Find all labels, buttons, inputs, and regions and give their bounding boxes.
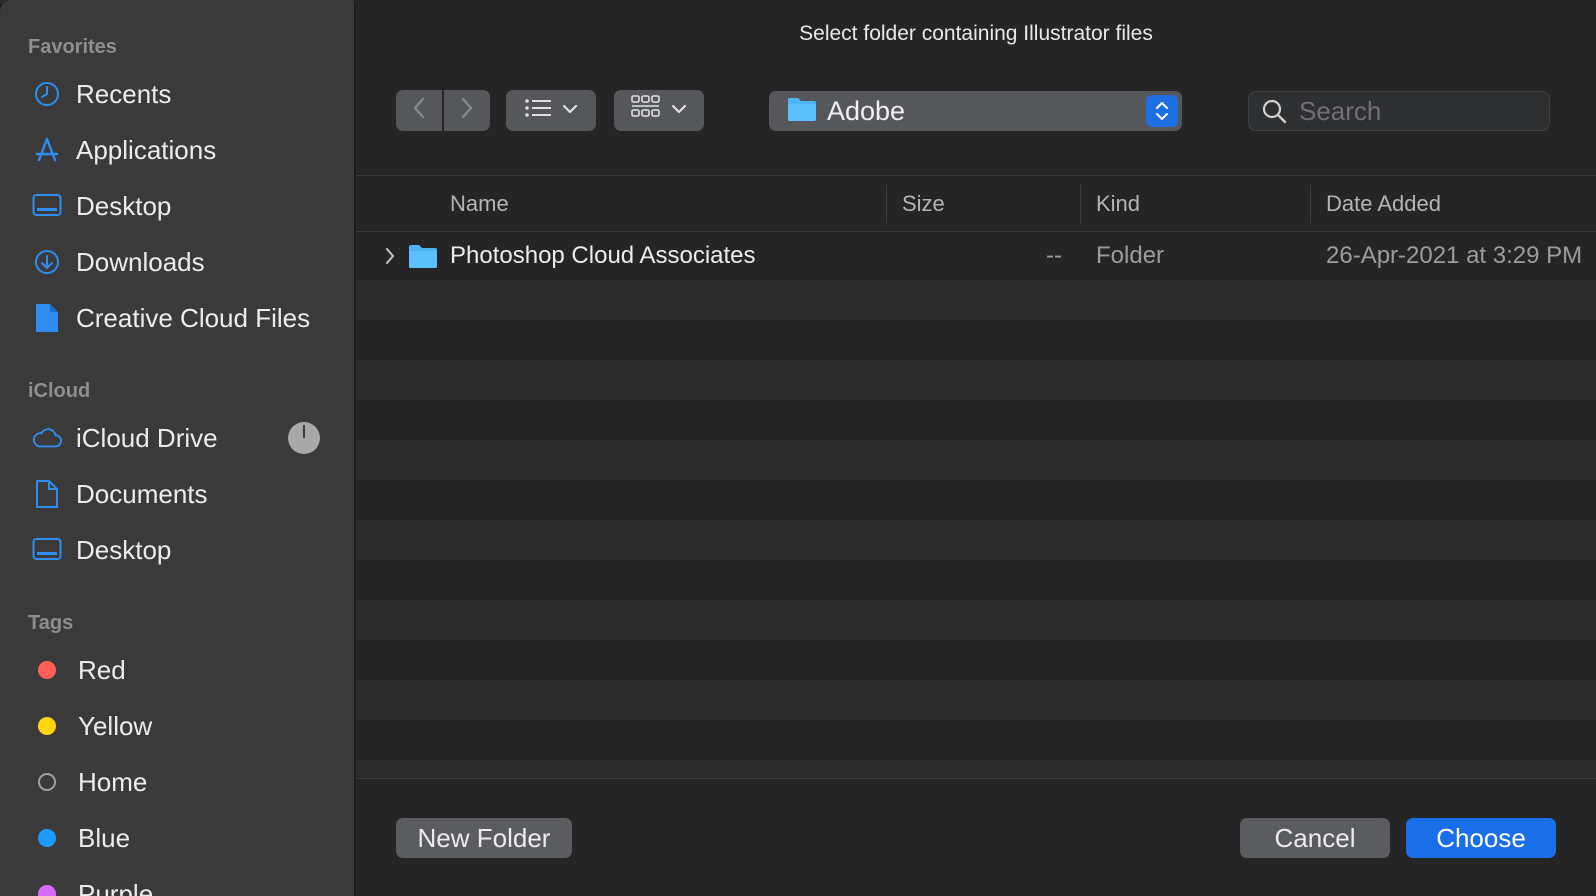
column-divider[interactable] — [1080, 185, 1081, 223]
table-header: Name Size Kind Date Added — [356, 176, 1596, 232]
list-icon — [524, 97, 552, 124]
search-icon — [1261, 98, 1287, 124]
grid-icon — [631, 95, 661, 126]
sidebar-tag-yellow[interactable]: Yellow — [32, 706, 338, 746]
empty-row — [356, 280, 1596, 320]
sidebar-item-desktop[interactable]: Desktop — [32, 186, 338, 226]
yellow-tag-icon — [38, 717, 56, 735]
table-row[interactable]: Photoshop Cloud Associates -- Folder 26-… — [356, 232, 1596, 280]
sidebar-item-applications[interactable]: Applications — [32, 130, 338, 170]
empty-row — [356, 520, 1596, 560]
dialog-title: Select folder containing Illustrator fil… — [799, 22, 1153, 45]
red-tag-icon — [38, 661, 56, 679]
sidebar-item-documents[interactable]: Documents — [32, 474, 338, 514]
choose-button[interactable]: Choose — [1406, 818, 1556, 858]
search-input[interactable] — [1299, 95, 1529, 127]
sidebar-item-label: Creative Cloud Files — [76, 302, 311, 333]
chevron-down-icon — [562, 102, 578, 120]
sidebar-item-creative-cloud-files[interactable]: Creative Cloud Files — [32, 298, 338, 338]
icloud-section-title: iCloud — [28, 380, 91, 402]
location-label: Adobe — [827, 95, 906, 126]
row-size: -- — [1046, 242, 1062, 269]
sidebar-item-downloads[interactable]: Downloads — [32, 242, 338, 282]
grid-view-group — [614, 90, 704, 131]
sidebar: Favorites Recents Applications Desktop D… — [0, 0, 355, 896]
list-view-button[interactable] — [506, 90, 596, 131]
cancel-button[interactable]: Cancel — [1240, 818, 1390, 858]
empty-row — [356, 480, 1596, 520]
forward-button[interactable] — [444, 90, 490, 131]
chevron-right-icon — [460, 96, 474, 125]
empty-row — [356, 680, 1596, 720]
row-name: Photoshop Cloud Associates — [450, 242, 756, 269]
favorites-section-title: Favorites — [28, 36, 117, 58]
list-view-group — [506, 90, 596, 131]
desktop-icon — [32, 191, 62, 221]
column-header-kind[interactable]: Kind — [1096, 176, 1140, 232]
empty-row — [356, 560, 1596, 600]
empty-tag-icon — [38, 773, 56, 791]
clock-icon — [32, 79, 62, 109]
sidebar-item-label: Recents — [76, 78, 172, 109]
sidebar-tag-purple[interactable]: Purple — [32, 874, 338, 896]
tag-label: Purple — [78, 878, 154, 896]
download-icon — [32, 247, 62, 277]
chevron-down-icon — [671, 102, 687, 120]
search-field[interactable] — [1248, 91, 1550, 131]
empty-row — [356, 760, 1596, 778]
sidebar-item-label: Desktop — [76, 190, 172, 221]
table-rows: Photoshop Cloud Associates -- Folder 26-… — [356, 232, 1596, 778]
sidebar-item-icloud-desktop[interactable]: Desktop — [32, 530, 338, 570]
sidebar-item-label: Desktop — [76, 534, 172, 565]
empty-row — [356, 640, 1596, 680]
location-popup[interactable]: Adobe — [769, 91, 1182, 131]
blue-tag-icon — [38, 829, 56, 847]
sidebar-tag-blue[interactable]: Blue — [32, 818, 338, 858]
chevron-left-icon — [412, 96, 426, 125]
sidebar-item-label: Documents — [76, 478, 208, 509]
up-down-chevron-icon — [1146, 95, 1178, 127]
row-date-added: 26-Apr-2021 at 3:29 PM — [1326, 242, 1583, 269]
footer-divider — [356, 778, 1596, 779]
empty-row — [356, 720, 1596, 760]
column-header-size[interactable]: Size — [902, 176, 945, 232]
file-browser-panel: Select folder containing Illustrator fil… — [356, 0, 1596, 896]
cloud-icon — [32, 423, 62, 453]
back-button[interactable] — [396, 90, 442, 131]
empty-row — [356, 400, 1596, 440]
desktop-icon — [32, 535, 62, 565]
row-kind: Folder — [1096, 242, 1165, 269]
folder-icon — [787, 96, 817, 127]
empty-row — [356, 600, 1596, 640]
grid-view-button[interactable] — [614, 90, 704, 131]
folder-icon — [408, 232, 438, 280]
tag-label: Yellow — [78, 710, 153, 741]
applications-icon — [32, 135, 62, 165]
tag-label: Blue — [78, 822, 131, 853]
sidebar-item-label: Applications — [76, 134, 217, 165]
purple-tag-icon — [38, 885, 56, 896]
sidebar-item-recents[interactable]: Recents — [32, 74, 338, 114]
sidebar-item-label: Downloads — [76, 246, 205, 277]
document-icon — [32, 303, 62, 333]
file-list-table: Name Size Kind Date Added Photoshop Clou… — [356, 175, 1596, 778]
sidebar-tag-red[interactable]: Red — [32, 650, 338, 690]
sidebar-item-label: iCloud Drive — [76, 422, 218, 453]
empty-row — [356, 320, 1596, 360]
sidebar-tag-home[interactable]: Home — [32, 762, 338, 802]
icloud-sync-progress-icon — [288, 422, 320, 454]
empty-row — [356, 360, 1596, 400]
empty-row — [356, 440, 1596, 480]
column-header-date-added[interactable]: Date Added — [1326, 176, 1441, 232]
tags-section-title: Tags — [28, 612, 74, 634]
column-divider[interactable] — [886, 185, 887, 223]
navigation-buttons — [396, 90, 490, 131]
column-header-name[interactable]: Name — [450, 176, 509, 232]
disclosure-chevron-icon[interactable] — [384, 232, 396, 280]
column-divider[interactable] — [1310, 185, 1311, 223]
tag-label: Red — [78, 654, 126, 685]
new-folder-button[interactable]: New Folder — [396, 818, 572, 858]
tag-label: Home — [78, 766, 148, 797]
document-icon — [32, 479, 62, 509]
